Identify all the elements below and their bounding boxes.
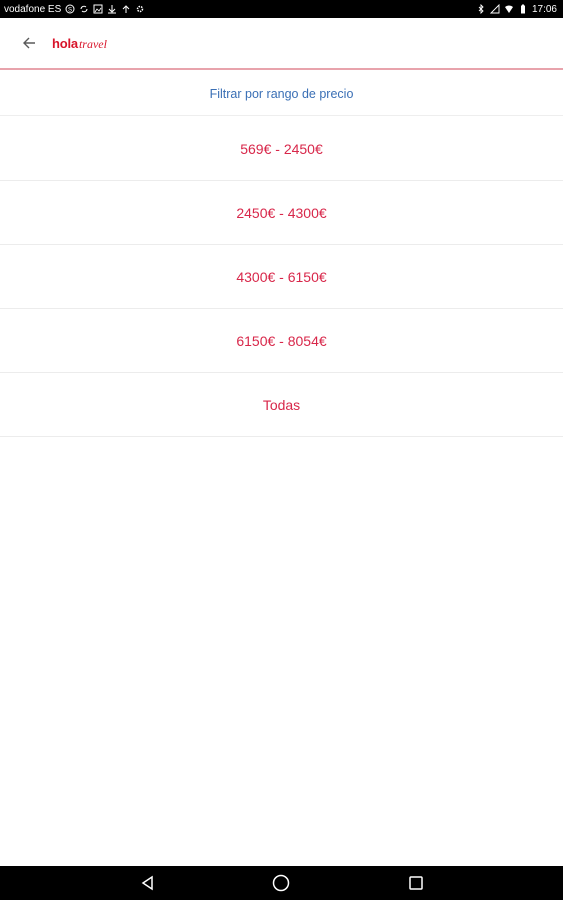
home-circle-icon <box>272 874 290 892</box>
clock: 17:06 <box>531 3 557 15</box>
settings-icon <box>135 4 145 14</box>
status-right: 17:06 <box>476 4 557 15</box>
price-option-2450-4300[interactable]: 2450€ - 4300€ <box>0 181 563 245</box>
status-left: vodafone ES S <box>4 4 145 15</box>
system-nav-bar <box>0 866 563 900</box>
svg-text:S: S <box>68 8 72 14</box>
price-range-list: 569€ - 2450€ 2450€ - 4300€ 4300€ - 6150€… <box>0 117 563 437</box>
price-option-4300-6150[interactable]: 4300€ - 6150€ <box>0 245 563 309</box>
price-option-6150-8054[interactable]: 6150€ - 8054€ <box>0 309 563 373</box>
price-option-todas[interactable]: Todas <box>0 373 563 437</box>
filter-title: Filtrar por rango de precio <box>0 72 563 116</box>
upload-icon <box>121 4 131 14</box>
recents-square-icon <box>408 875 424 891</box>
skype-icon: S <box>65 4 75 14</box>
hola-travel-logo: hola travel <box>52 36 107 54</box>
nav-home-button[interactable] <box>271 873 291 893</box>
download-icon <box>107 4 117 14</box>
nav-recents-button[interactable] <box>406 873 426 893</box>
price-option-569-2450[interactable]: 569€ - 2450€ <box>0 117 563 181</box>
signal-off-icon <box>489 4 500 14</box>
image-icon <box>93 4 103 14</box>
logo-text-hola: hola <box>52 36 78 51</box>
logo-text-travel: travel <box>78 37 107 51</box>
back-button[interactable] <box>18 32 40 54</box>
status-bar: vodafone ES S 17:06 <box>0 0 563 18</box>
carrier-label: vodafone ES <box>4 3 62 15</box>
app-bar: hola travel <box>0 18 563 70</box>
nav-back-button[interactable] <box>138 873 158 893</box>
wifi-icon <box>504 4 514 14</box>
back-triangle-icon <box>140 875 156 891</box>
sync-icon <box>79 4 89 14</box>
battery-icon <box>518 4 528 14</box>
arrow-left-icon <box>22 36 36 50</box>
bluetooth-icon <box>476 4 486 14</box>
